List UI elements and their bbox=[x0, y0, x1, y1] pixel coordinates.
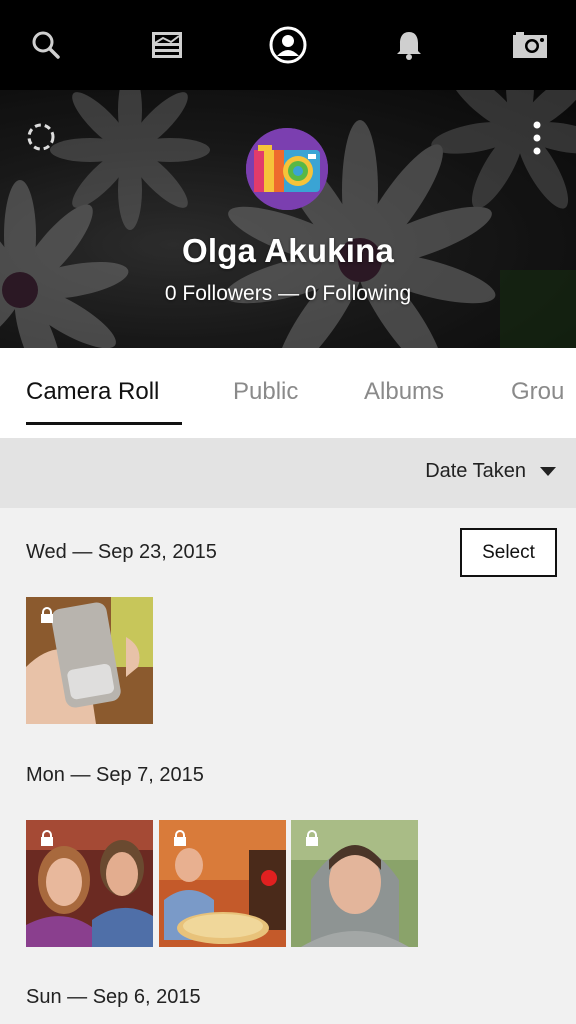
search-icon[interactable] bbox=[26, 25, 66, 65]
lock-icon bbox=[41, 607, 53, 623]
top-navigation bbox=[0, 0, 576, 90]
tab-bar: Camera Roll Public Albums Grou bbox=[0, 348, 576, 438]
followers-count[interactable]: 0 Followers — 0 Following bbox=[0, 282, 576, 306]
photo-thumbnail[interactable] bbox=[26, 820, 153, 947]
photo-thumbnail[interactable] bbox=[26, 597, 153, 724]
photo-thumbnail[interactable] bbox=[291, 820, 418, 947]
select-button[interactable]: Select bbox=[460, 528, 557, 577]
lock-icon bbox=[306, 830, 318, 846]
camera-icon[interactable] bbox=[510, 25, 550, 65]
profile-icon[interactable] bbox=[268, 25, 308, 65]
tab-albums[interactable]: Albums bbox=[364, 378, 444, 406]
loading-spinner-icon bbox=[26, 122, 56, 152]
tab-groups[interactable]: Grou bbox=[511, 378, 564, 406]
camera-avatar-icon bbox=[246, 128, 328, 210]
date-header: Sun — Sep 6, 2015 bbox=[26, 986, 201, 1008]
chevron-down-icon bbox=[540, 467, 556, 476]
active-tab-indicator bbox=[26, 422, 182, 425]
date-header: Mon — Sep 7, 2015 bbox=[26, 764, 204, 786]
photo-thumbnail[interactable] bbox=[159, 820, 286, 947]
feed-icon[interactable] bbox=[147, 25, 187, 65]
profile-banner: Olga Akukina 0 Followers — 0 Following bbox=[0, 90, 576, 348]
avatar[interactable] bbox=[246, 128, 328, 210]
bell-icon[interactable] bbox=[389, 25, 429, 65]
lock-icon bbox=[174, 830, 186, 846]
profile-name: Olga Akukina bbox=[181, 232, 395, 269]
tab-camera-roll[interactable]: Camera Roll bbox=[26, 378, 159, 406]
sort-label: Date Taken bbox=[425, 460, 526, 482]
sort-dropdown[interactable]: Date Taken bbox=[425, 460, 556, 483]
lock-icon bbox=[41, 830, 53, 846]
more-options-icon[interactable] bbox=[532, 120, 542, 156]
date-header: Wed — Sep 23, 2015 bbox=[26, 541, 217, 563]
sort-bar: Date Taken bbox=[0, 438, 576, 508]
tab-public[interactable]: Public bbox=[233, 378, 298, 406]
